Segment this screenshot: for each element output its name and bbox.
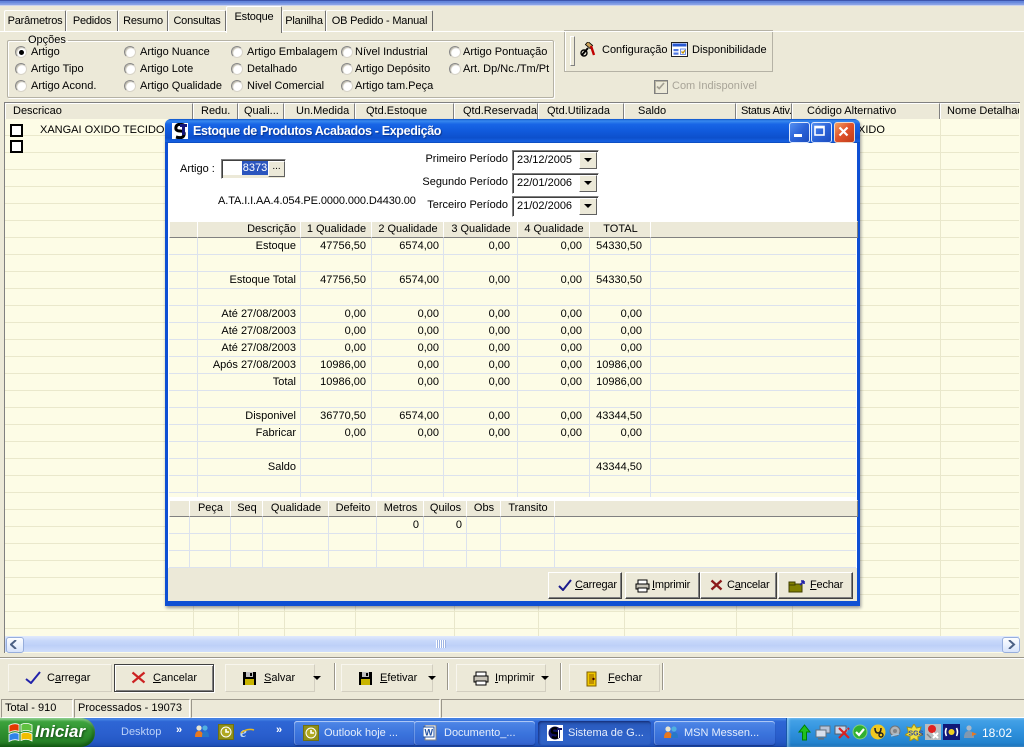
svg-text:W: W <box>425 728 434 738</box>
svg-text:SGS: SGS <box>909 731 924 738</box>
